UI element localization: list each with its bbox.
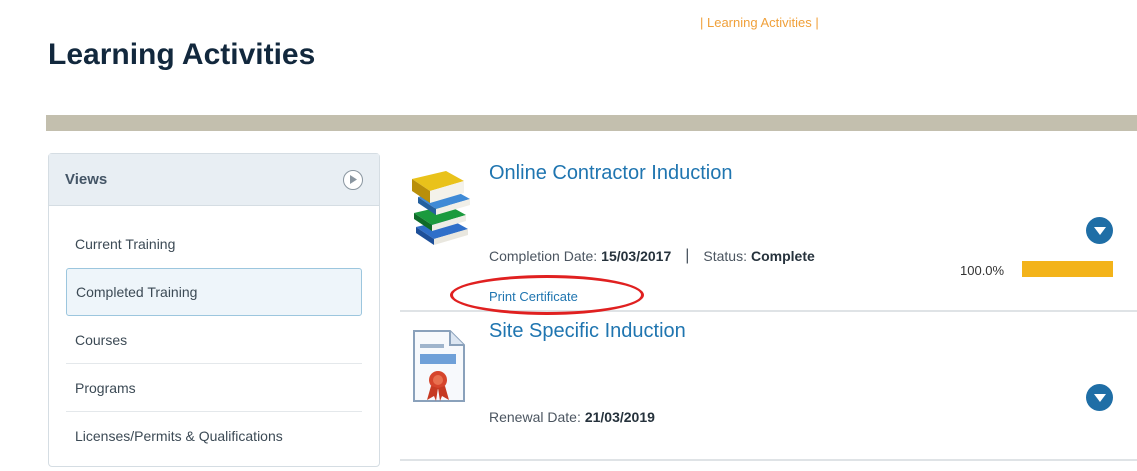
course-card: Online Contractor Induction Completion D… (400, 155, 1137, 315)
chevron-down-icon (1093, 393, 1106, 402)
collapse-views-button[interactable] (343, 169, 363, 190)
course-card: Site Specific Induction Renewal Date: 21… (400, 316, 1137, 461)
completion-date-label: Completion Date: (489, 248, 598, 264)
progress-bar (1022, 261, 1113, 277)
status-value: Complete (751, 248, 815, 264)
status-label: Status: (703, 248, 747, 264)
course-meta: Completion Date: 15/03/2017 | Status: Co… (489, 247, 815, 265)
views-title: Views (65, 171, 108, 188)
view-item-current-training[interactable]: Current Training (66, 220, 362, 268)
renewal-date-label: Renewal Date: (489, 409, 581, 425)
views-list: Current Training Completed Training Cour… (49, 206, 379, 460)
views-header: Views (49, 154, 379, 206)
chevron-down-icon (1093, 226, 1106, 235)
views-sidebar: Views Current Training Completed Trainin… (48, 153, 380, 467)
play-arrow-icon (350, 175, 357, 184)
print-certificate-link[interactable]: Print Certificate (489, 289, 578, 304)
books-icon (410, 167, 472, 250)
breadcrumb[interactable]: | Learning Activities | (700, 15, 819, 30)
title-divider-band (46, 115, 1137, 131)
completion-date-value: 15/03/2017 (601, 248, 672, 264)
page-title: Learning Activities (48, 38, 316, 71)
course-title-link[interactable]: Site Specific Induction (489, 320, 686, 343)
certificate-icon (410, 330, 466, 407)
view-item-licenses[interactable]: Licenses/Permits & Qualifications (66, 412, 362, 460)
course-meta: Renewal Date: 21/03/2019 (489, 409, 655, 425)
renewal-date-value: 21/03/2019 (584, 409, 655, 425)
expand-details-button[interactable] (1086, 384, 1113, 411)
view-item-programs[interactable]: Programs (66, 364, 362, 412)
view-item-courses[interactable]: Courses (66, 316, 362, 364)
meta-separator: | (685, 247, 690, 264)
course-title-link[interactable]: Online Contractor Induction (489, 162, 732, 185)
progress-bar-fill (1022, 261, 1113, 277)
expand-details-button[interactable] (1086, 217, 1113, 244)
progress-percent: 100.0% (960, 263, 1005, 278)
view-item-completed-training[interactable]: Completed Training (66, 268, 362, 316)
